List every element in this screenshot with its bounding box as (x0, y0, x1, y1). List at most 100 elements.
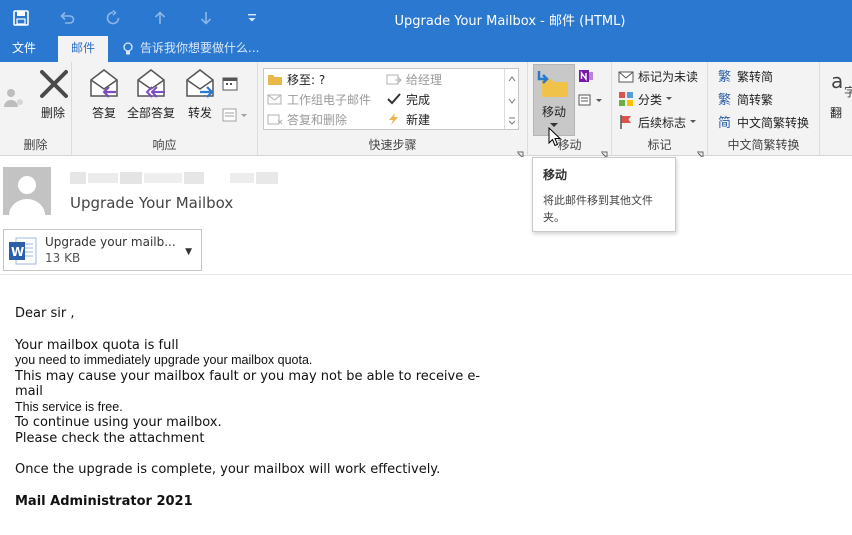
forward-button[interactable]: 转发 (182, 66, 218, 121)
save-icon[interactable] (12, 9, 30, 27)
tooltip-text: 将此邮件移到其他文件夹。 (543, 194, 653, 224)
attachment-card[interactable]: W Upgrade your mailb... 13 KB ▼ (3, 229, 202, 271)
folder-icon (268, 75, 282, 85)
tags-launcher-icon[interactable] (696, 144, 704, 159)
message-subject: Upgrade Your Mailbox (70, 194, 234, 212)
categorize-button[interactable]: 分类 (618, 89, 677, 109)
attachment-size: 13 KB (45, 251, 81, 265)
menu-bar: 文件 邮件 告诉我你想要做什么... (0, 36, 852, 62)
delete-icon (40, 70, 68, 98)
message-header: Upgrade Your Mailbox W Upgrade your mail… (0, 157, 852, 275)
quick-step-reply-delete[interactable]: 答复和删除 (267, 109, 347, 129)
reply-icon (90, 69, 118, 98)
quick-steps-launcher-icon[interactable] (516, 144, 524, 159)
mark-unread-button[interactable]: 标记为未读 (618, 66, 698, 86)
body-line: Please check the attachment (15, 430, 205, 446)
group-delete-label: 删除 (23, 138, 48, 152)
translate-button[interactable]: a字 翻 (830, 66, 852, 121)
tooltip-title: 移动 (543, 168, 568, 182)
svg-text:字: 字 (844, 84, 852, 99)
ignore-button[interactable] (2, 88, 30, 108)
follow-up-button[interactable]: 后续标志 (618, 112, 701, 132)
forward-label: 转发 (187, 106, 212, 120)
svg-text:繁: 繁 (718, 69, 731, 84)
message-body: Dear sir , Your mailbox quota is full yo… (15, 306, 515, 509)
flag-icon (620, 115, 631, 129)
more-respond-button[interactable] (222, 105, 252, 125)
group-chinese-conversion-label: 中文简繁转换 (727, 138, 800, 152)
quick-step-move-to[interactable]: 移至: ? (267, 69, 325, 89)
meeting-reply-button[interactable] (222, 74, 244, 94)
move-launcher-icon[interactable] (600, 144, 608, 159)
quick-step-reply-delete-label: 答复和删除 (287, 112, 348, 127)
ignore-people-icon (4, 89, 23, 107)
to-simplified-icon: 繁 (718, 69, 731, 84)
more-respond-icon (222, 108, 247, 122)
delete-button[interactable]: 删除 (36, 66, 70, 121)
sender-redacted (70, 172, 278, 184)
reply-all-icon (137, 69, 165, 98)
person-icon (9, 176, 45, 215)
reply-button[interactable]: 答复 (86, 66, 122, 121)
redo-icon[interactable] (104, 9, 122, 27)
move-button[interactable]: 移动 (533, 64, 575, 136)
actions-button[interactable] (578, 90, 608, 110)
to-traditional-label: 简转繁 (737, 92, 774, 107)
down-icon[interactable] (197, 9, 215, 27)
quick-steps-scrollbar[interactable] (504, 69, 518, 129)
onenote-icon (579, 70, 593, 82)
tab-message[interactable]: 邮件 (58, 36, 108, 62)
team-email-icon (267, 94, 282, 105)
group-respond-label: 响应 (152, 138, 177, 152)
tab-file[interactable]: 文件 (0, 36, 48, 62)
categorize-label: 分类 (638, 92, 663, 107)
body-line: This service is free. (15, 399, 123, 414)
quick-step-done[interactable]: 完成 (386, 89, 430, 109)
group-translate: a字 翻 (820, 62, 852, 156)
quick-step-to-manager[interactable]: 给经理 (386, 69, 442, 89)
body-line: This may cause your mailbox fault or you… (15, 368, 481, 400)
to-simplified-label: 繁转简 (737, 69, 774, 84)
group-move-label: 移动 (557, 138, 582, 152)
manager-forward-icon (386, 74, 402, 85)
quick-step-create-new[interactable]: 新建 (386, 109, 430, 129)
attachment-name: Upgrade your mailb... (45, 235, 176, 249)
move-folder-icon (537, 71, 568, 97)
group-delete: 删除 删除 (0, 62, 72, 156)
delete-label: 删除 (40, 106, 65, 120)
group-respond: 答复 全部答复 转发 响应 (72, 62, 258, 156)
ribbon: 删除 删除 答复 全部答复 转发 响应 快速步骤 移至: ? 给经理 工作组电子… (0, 62, 852, 159)
lightbulb-icon (123, 42, 133, 55)
to-simplified-button[interactable]: 繁 繁转简 (717, 66, 773, 86)
attachment-dropdown-icon[interactable]: ▼ (185, 247, 192, 257)
quick-step-team-email-label: 工作组电子邮件 (287, 92, 372, 107)
move-label: 移动 (541, 105, 566, 119)
undo-icon[interactable] (58, 9, 76, 27)
lightning-icon (389, 113, 398, 125)
group-chinese-conversion: 繁 繁转简 繁 简转繁 简 中文简繁转换 中文简繁转换 (708, 62, 820, 156)
quick-step-team-email[interactable]: 工作组电子邮件 (267, 89, 371, 109)
up-icon[interactable] (151, 9, 169, 27)
customize-icon[interactable] (243, 9, 261, 27)
body-signature: Mail Administrator 2021 (15, 493, 193, 509)
mark-unread-label: 标记为未读 (638, 69, 699, 84)
avatar[interactable] (3, 167, 51, 215)
meeting-icon (222, 77, 238, 91)
quick-step-move-to-label: 移至: ? (287, 72, 326, 87)
header-divider (0, 274, 852, 275)
onenote-button[interactable] (578, 66, 598, 86)
reply-all-button[interactable]: 全部答复 (126, 66, 176, 121)
body-line: you need to immediately upgrade your mai… (15, 353, 313, 367)
follow-up-label: 后续标志 (638, 115, 687, 130)
outlook-message-window: Upgrade Your Mailbox - 邮件 (HTML) 文件 邮件 告… (0, 0, 852, 535)
reply-delete-icon (267, 114, 283, 125)
categorize-icon (619, 92, 633, 106)
svg-text:a: a (831, 69, 843, 93)
chinese-convert-button[interactable]: 简 中文简繁转换 (717, 112, 809, 132)
body-line: To continue using your mailbox. (15, 415, 222, 430)
translate-icon: a字 (831, 69, 852, 99)
reply-label: 答复 (91, 106, 116, 120)
quick-step-create-new-label: 新建 (406, 112, 431, 127)
svg-text:W: W (11, 245, 24, 259)
to-traditional-button[interactable]: 繁 简转繁 (717, 89, 773, 109)
